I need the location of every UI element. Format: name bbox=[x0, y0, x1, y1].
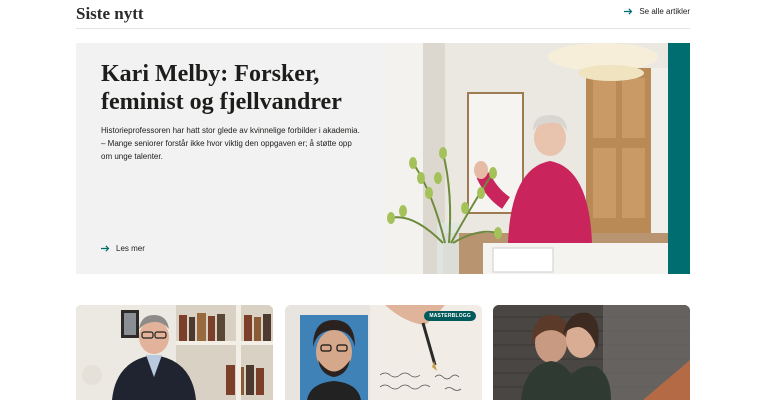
masterblogg-badge: MASTERBLOGG bbox=[424, 311, 476, 321]
see-all-label: Se alle artikler bbox=[639, 7, 690, 16]
article-card[interactable] bbox=[493, 305, 690, 400]
read-more-link[interactable]: Les mer bbox=[101, 244, 145, 253]
arrow-right-icon bbox=[624, 8, 633, 15]
section-title: Siste nytt bbox=[76, 4, 144, 23]
featured-article-summary: Historieprofessoren har hatt stor glede … bbox=[101, 126, 360, 161]
article-card-image bbox=[76, 305, 273, 400]
article-card[interactable] bbox=[76, 305, 273, 400]
see-all-articles-link[interactable]: Se alle artikler bbox=[624, 7, 690, 16]
featured-article-image[interactable] bbox=[383, 43, 668, 274]
accent-band bbox=[668, 43, 690, 274]
featured-article-title[interactable]: Kari Melby: Forsker, feminist og fjellva… bbox=[101, 60, 361, 116]
arrow-right-icon bbox=[101, 245, 110, 252]
section-header: Siste nytt Se alle artikler bbox=[76, 0, 690, 29]
featured-article[interactable]: Kari Melby: Forsker, feminist og fjellva… bbox=[76, 43, 690, 274]
article-card-image bbox=[493, 305, 690, 400]
article-card[interactable]: MASTERBLOGG bbox=[285, 305, 482, 400]
read-more-label: Les mer bbox=[116, 244, 145, 253]
